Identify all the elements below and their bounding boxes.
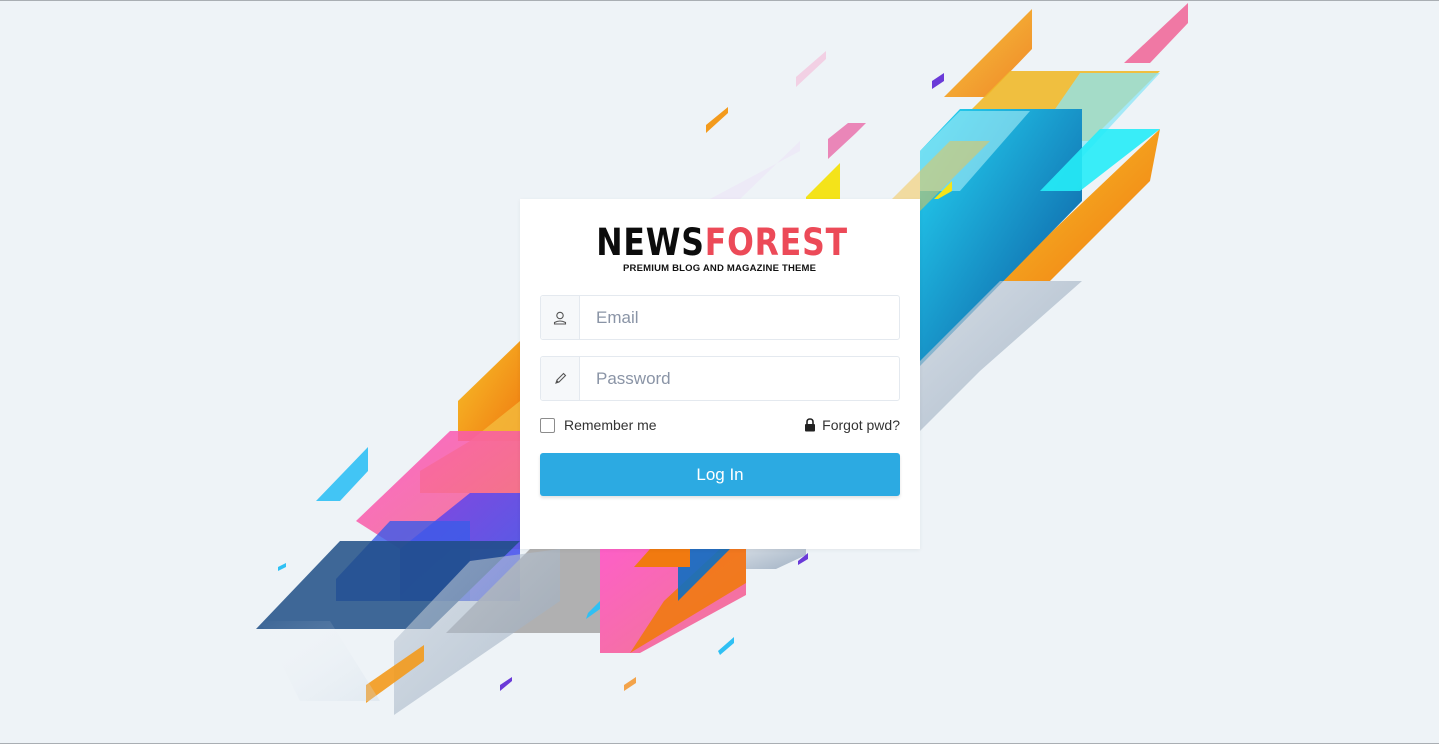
password-input[interactable] xyxy=(580,357,899,400)
user-icon xyxy=(541,296,580,339)
forgot-password-label: Forgot pwd? xyxy=(822,417,900,433)
login-button[interactable]: Log In xyxy=(540,453,900,496)
brand-logo: NEWSFOREST PREMIUM BLOG AND MAGAZINE THE… xyxy=(520,223,920,275)
remember-me-checkbox[interactable] xyxy=(540,417,555,433)
brand-title-news: NEWS xyxy=(596,221,705,264)
remember-me-label: Remember me xyxy=(564,417,657,433)
brand-title-forest: FOREST xyxy=(704,221,848,264)
email-input[interactable] xyxy=(580,296,899,339)
brand-title: NEWSFOREST xyxy=(596,223,848,263)
login-options: Remember me Forgot pwd? xyxy=(540,417,900,435)
password-field xyxy=(540,356,900,401)
brand-tagline: PREMIUM BLOG AND MAGAZINE THEME xyxy=(623,263,817,274)
remember-me-toggle[interactable]: Remember me xyxy=(540,417,657,433)
email-field xyxy=(540,295,900,340)
login-page: NEWSFOREST PREMIUM BLOG AND MAGAZINE THE… xyxy=(0,0,1439,744)
login-card: NEWSFOREST PREMIUM BLOG AND MAGAZINE THE… xyxy=(520,199,920,549)
forgot-password-link[interactable]: Forgot pwd? xyxy=(804,417,900,433)
lock-icon xyxy=(805,418,816,432)
pencil-icon xyxy=(541,357,580,400)
